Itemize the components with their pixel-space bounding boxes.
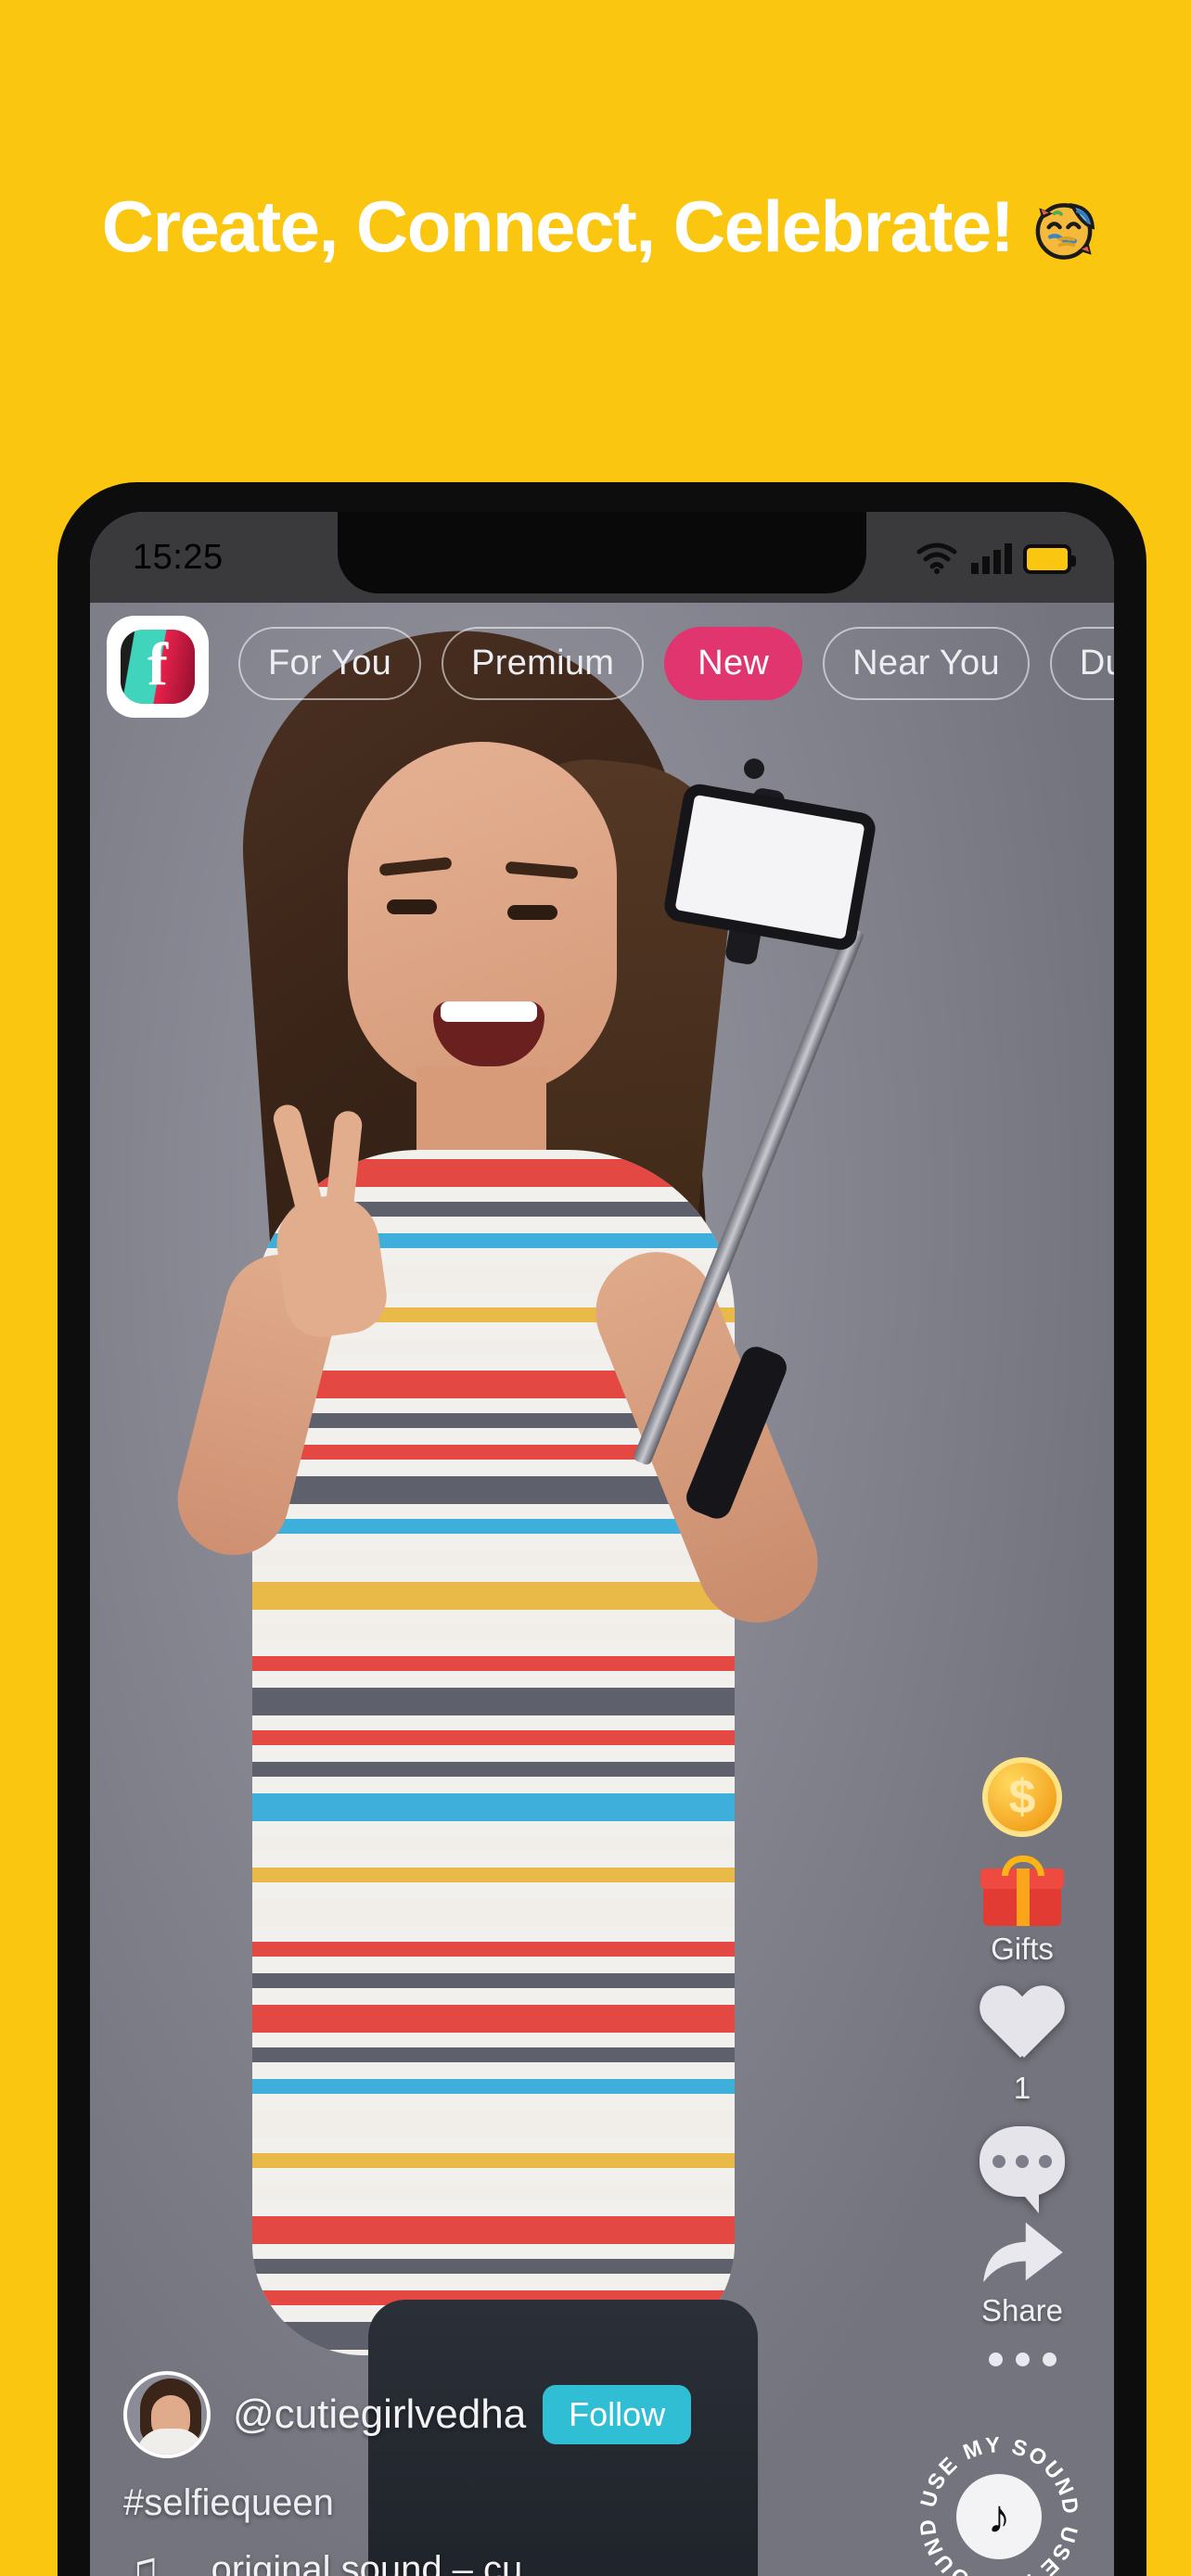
more-options-button[interactable] (988, 2349, 1057, 2366)
promo-headline: Create, Connect, Celebrate! (0, 190, 1191, 262)
share-arrow-icon (983, 2222, 1063, 2283)
sound-title[interactable]: original sound – cu (211, 2549, 523, 2576)
like-button[interactable]: 1 (980, 1987, 1065, 2106)
coin-icon: $ (982, 1757, 1062, 1837)
video-feed[interactable]: For You Premium New Near You Duet $ (90, 603, 1114, 2576)
heart-icon (980, 1987, 1065, 2065)
more-options-icon (988, 2353, 1057, 2366)
phone-notch (338, 512, 866, 593)
feed-tabbar[interactable]: For You Premium New Near You Duet (90, 603, 1114, 723)
share-button[interactable]: Share (978, 2217, 1067, 2328)
cellular-signal-icon (971, 543, 1012, 574)
share-label: Share (980, 2293, 1064, 2327)
comment-bubble-icon (980, 2126, 1065, 2213)
gifts-label: Gifts (991, 1932, 1054, 1966)
battery-icon (1023, 544, 1076, 574)
action-rail[interactable]: $ Gifts 1 Share (962, 1757, 1082, 2387)
comment-button[interactable] (980, 2126, 1065, 2213)
use-my-sound-badge[interactable]: USE MY SOUND USE MY SOUND ♪ (912, 2429, 1086, 2576)
video-frame-image (90, 603, 1114, 2576)
creator-avatar[interactable] (123, 2371, 211, 2458)
gifts-button[interactable]: Gifts (980, 1855, 1064, 1967)
tab-new[interactable]: New (664, 626, 803, 700)
coin-button[interactable]: $ (982, 1757, 1062, 1837)
phone-mockup: 15:25 For You Premium New Near You D f $… (58, 482, 1146, 2576)
tab-near-you[interactable]: Near You (823, 626, 1030, 700)
tab-for-you[interactable]: For You (238, 626, 422, 700)
sound-disc: ♪ (956, 2474, 1042, 2559)
like-count: 1 (1013, 2071, 1031, 2105)
music-note-icon: ♫ (123, 2542, 161, 2576)
status-time: 15:25 (133, 537, 224, 577)
partying-face-emoji (1035, 203, 1095, 260)
status-indicators (916, 541, 1076, 574)
gift-icon (980, 1855, 1064, 1926)
tab-duet[interactable]: Duet (1049, 626, 1114, 700)
app-logo-glyph (121, 630, 195, 704)
phone-screen: 15:25 For You Premium New Near You D f $… (90, 512, 1114, 2576)
tab-premium[interactable]: Premium (442, 626, 645, 700)
wifi-icon (916, 542, 957, 574)
creator-username[interactable]: @cutiegirlvedha (233, 2391, 526, 2438)
follow-button[interactable]: Follow (543, 2385, 692, 2444)
app-logo-icon[interactable] (107, 616, 209, 718)
headline-text: Create, Connect, Celebrate! (101, 185, 1015, 267)
music-note-disc-icon: ♪ (987, 2491, 1011, 2543)
